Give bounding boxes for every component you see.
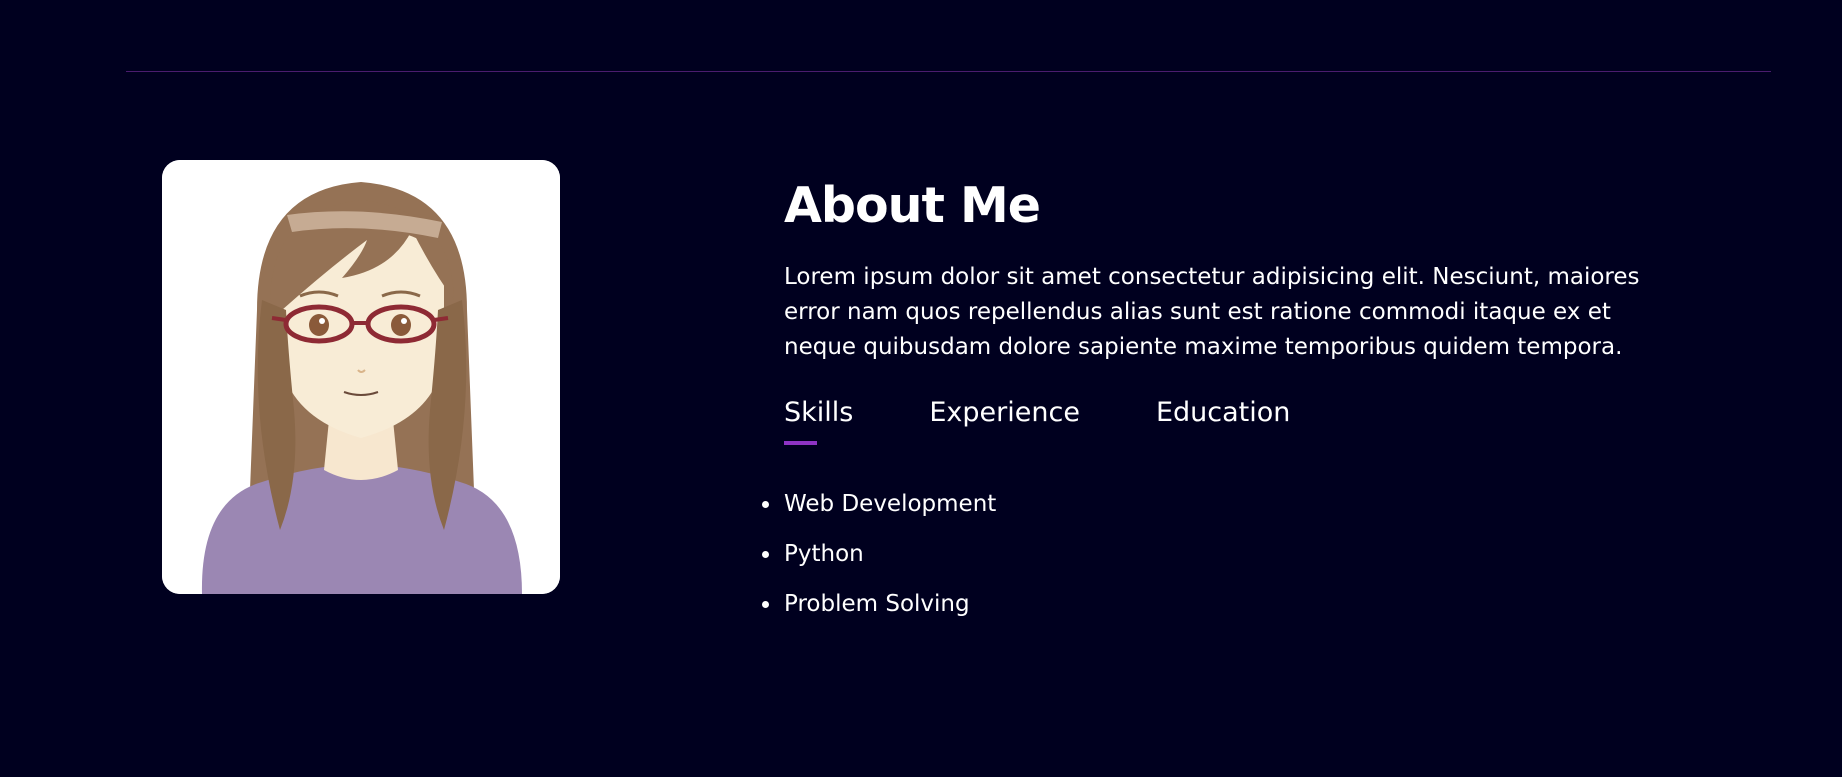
tab-experience[interactable]: Experience bbox=[929, 395, 1080, 447]
about-content: About Me Lorem ipsum dolor sit amet cons… bbox=[762, 172, 1684, 637]
list-item: Problem Solving bbox=[762, 587, 1684, 621]
about-description: Lorem ipsum dolor sit amet consectetur a… bbox=[784, 264, 1640, 360]
tab-education[interactable]: Education bbox=[1156, 395, 1290, 447]
list-item: Python bbox=[762, 537, 1684, 571]
tab-list: Skills Experience Education bbox=[784, 395, 1684, 447]
tab-skills[interactable]: Skills bbox=[784, 395, 853, 447]
list-item: Web Development bbox=[762, 487, 1684, 521]
page-title: About Me bbox=[784, 177, 1041, 234]
about-section: About Me Lorem ipsum dolor sit amet cons… bbox=[0, 0, 1842, 777]
skills-list: Web Development Python Problem Solving bbox=[762, 487, 1684, 621]
profile-illustration-icon bbox=[162, 160, 560, 594]
section-divider bbox=[126, 71, 1771, 72]
profile-avatar bbox=[162, 160, 560, 594]
